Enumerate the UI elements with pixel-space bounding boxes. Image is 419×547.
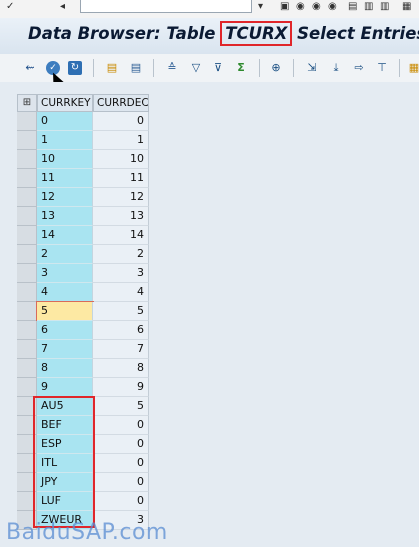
row-selector[interactable] xyxy=(17,131,37,150)
download-icon[interactable]: ⤓ xyxy=(328,60,344,76)
row-selector[interactable] xyxy=(17,245,37,264)
row-selector[interactable] xyxy=(17,340,37,359)
cell-currkey[interactable]: 11 xyxy=(37,169,93,188)
layout-icon[interactable]: ⊤ xyxy=(374,60,390,76)
back-icon[interactable]: ⇜ xyxy=(22,60,38,76)
table-name-highlight: TCURX xyxy=(220,21,293,46)
top-strip: ✓ ◂ ▾ ▣ ◉ ◉ ◉ ▤ ▥ ▥ ▦ xyxy=(0,0,419,19)
sort-asc-icon[interactable]: ▤ xyxy=(104,60,120,76)
cell-currkey[interactable]: 8 xyxy=(37,359,93,378)
cell-currdec[interactable]: 14 xyxy=(93,226,149,245)
cell-currkey[interactable]: 7 xyxy=(37,340,93,359)
cell-currdec[interactable]: 6 xyxy=(93,321,149,340)
column-header-currdec[interactable]: CURRDEC xyxy=(93,94,149,112)
cell-currdec[interactable]: 5 xyxy=(93,302,149,321)
exit-icon[interactable]: ◉ xyxy=(312,2,322,12)
row-selector[interactable] xyxy=(17,169,37,188)
row-selector[interactable] xyxy=(17,207,37,226)
first-page-icon[interactable]: ▦ xyxy=(402,2,412,12)
cell-currkey[interactable]: 0 xyxy=(37,112,93,131)
title-bar: Data Browser: Table TCURX Select Entries xyxy=(0,18,419,54)
print-icon[interactable]: ⇨ xyxy=(351,60,367,76)
watermark: BaiduSAP.com xyxy=(6,520,168,545)
sum-icon[interactable]: ≙ xyxy=(164,60,180,76)
row-selector[interactable] xyxy=(17,150,37,169)
sort-desc-icon[interactable]: ▤ xyxy=(128,60,144,76)
cell-currkey[interactable]: 1 xyxy=(37,131,93,150)
total-icon[interactable]: Σ xyxy=(233,60,249,76)
find-next-icon[interactable]: ▥ xyxy=(380,2,390,12)
save-icon[interactable]: ▣ xyxy=(280,2,290,12)
cell-currdec[interactable]: 10 xyxy=(93,150,149,169)
cell-currkey[interactable]: 3 xyxy=(37,264,93,283)
row-selector[interactable] xyxy=(17,302,37,321)
filter-icon[interactable]: ▽ xyxy=(188,60,204,76)
row-selector[interactable] xyxy=(17,359,37,378)
cell-currdec[interactable]: 9 xyxy=(93,378,149,397)
cell-currdec[interactable]: 0 xyxy=(93,435,149,454)
cell-currdec[interactable]: 11 xyxy=(93,169,149,188)
row-selector[interactable] xyxy=(17,112,37,131)
row-selector[interactable] xyxy=(17,264,37,283)
grid-icon[interactable]: ▦ xyxy=(406,60,419,76)
select-all-icon[interactable]: ⊞ xyxy=(17,94,37,112)
details-icon[interactable]: ⊕ xyxy=(268,60,284,76)
dropdown-icon[interactable]: ◂ xyxy=(60,2,70,12)
cell-currdec[interactable]: 7 xyxy=(93,340,149,359)
row-selector[interactable] xyxy=(17,378,37,397)
refresh-icon[interactable]: ↻ xyxy=(68,61,82,75)
cell-currkey[interactable]: 9 xyxy=(37,378,93,397)
cell-currkey[interactable]: 13 xyxy=(37,207,93,226)
cancel-icon[interactable]: ◉ xyxy=(328,2,338,12)
row-selector[interactable] xyxy=(17,226,37,245)
row-selector[interactable] xyxy=(17,188,37,207)
toolbar-separator xyxy=(293,59,294,77)
find-icon[interactable]: ▥ xyxy=(364,2,374,12)
row-selector[interactable] xyxy=(17,283,37,302)
cell-currkey[interactable]: 14 xyxy=(37,226,93,245)
title-suffix: Select Entries xyxy=(291,24,419,43)
cell-currkey[interactable]: 5 xyxy=(36,301,94,322)
cell-currdec[interactable]: 0 xyxy=(93,473,149,492)
print-icon[interactable]: ▤ xyxy=(348,2,358,12)
row-selector[interactable] xyxy=(17,321,37,340)
toolbar-separator xyxy=(399,59,400,77)
cell-currdec[interactable]: 3 xyxy=(93,264,149,283)
cell-currdec[interactable]: 13 xyxy=(93,207,149,226)
cell-currdec[interactable]: 1 xyxy=(93,131,149,150)
page-title: Data Browser: Table TCURX Select Entries xyxy=(28,21,419,46)
cell-currkey[interactable]: 4 xyxy=(37,283,93,302)
cell-currdec[interactable]: 8 xyxy=(93,359,149,378)
cell-currdec[interactable]: 5 xyxy=(93,397,149,416)
back-nav-icon[interactable]: ◉ xyxy=(296,2,306,12)
cell-currdec[interactable]: 2 xyxy=(93,245,149,264)
export-icon[interactable]: ⇲ xyxy=(304,60,320,76)
cell-currdec[interactable]: 0 xyxy=(93,112,149,131)
toolbar-separator xyxy=(259,59,260,77)
cell-currdec[interactable]: 0 xyxy=(93,454,149,473)
cell-currdec[interactable]: 4 xyxy=(93,283,149,302)
command-field[interactable] xyxy=(80,0,252,13)
cell-currkey[interactable]: 6 xyxy=(37,321,93,340)
filter-off-icon[interactable]: ⊽ xyxy=(210,60,226,76)
history-icon[interactable]: ▾ xyxy=(258,2,268,12)
cell-currdec[interactable]: 12 xyxy=(93,188,149,207)
cell-currkey[interactable]: 10 xyxy=(37,150,93,169)
cell-currkey[interactable]: 12 xyxy=(37,188,93,207)
cell-currdec[interactable]: 0 xyxy=(93,416,149,435)
cell-currdec[interactable]: 0 xyxy=(93,492,149,511)
highlight-box xyxy=(33,396,95,528)
title-prefix: Data Browser: Table xyxy=(28,24,222,43)
toolbar-separator xyxy=(93,59,94,77)
status-icon: ✓ xyxy=(6,1,15,12)
cell-currkey[interactable]: 2 xyxy=(37,245,93,264)
toolbar-separator xyxy=(153,59,154,77)
column-header-currkey[interactable]: CURRKEY xyxy=(37,94,93,112)
